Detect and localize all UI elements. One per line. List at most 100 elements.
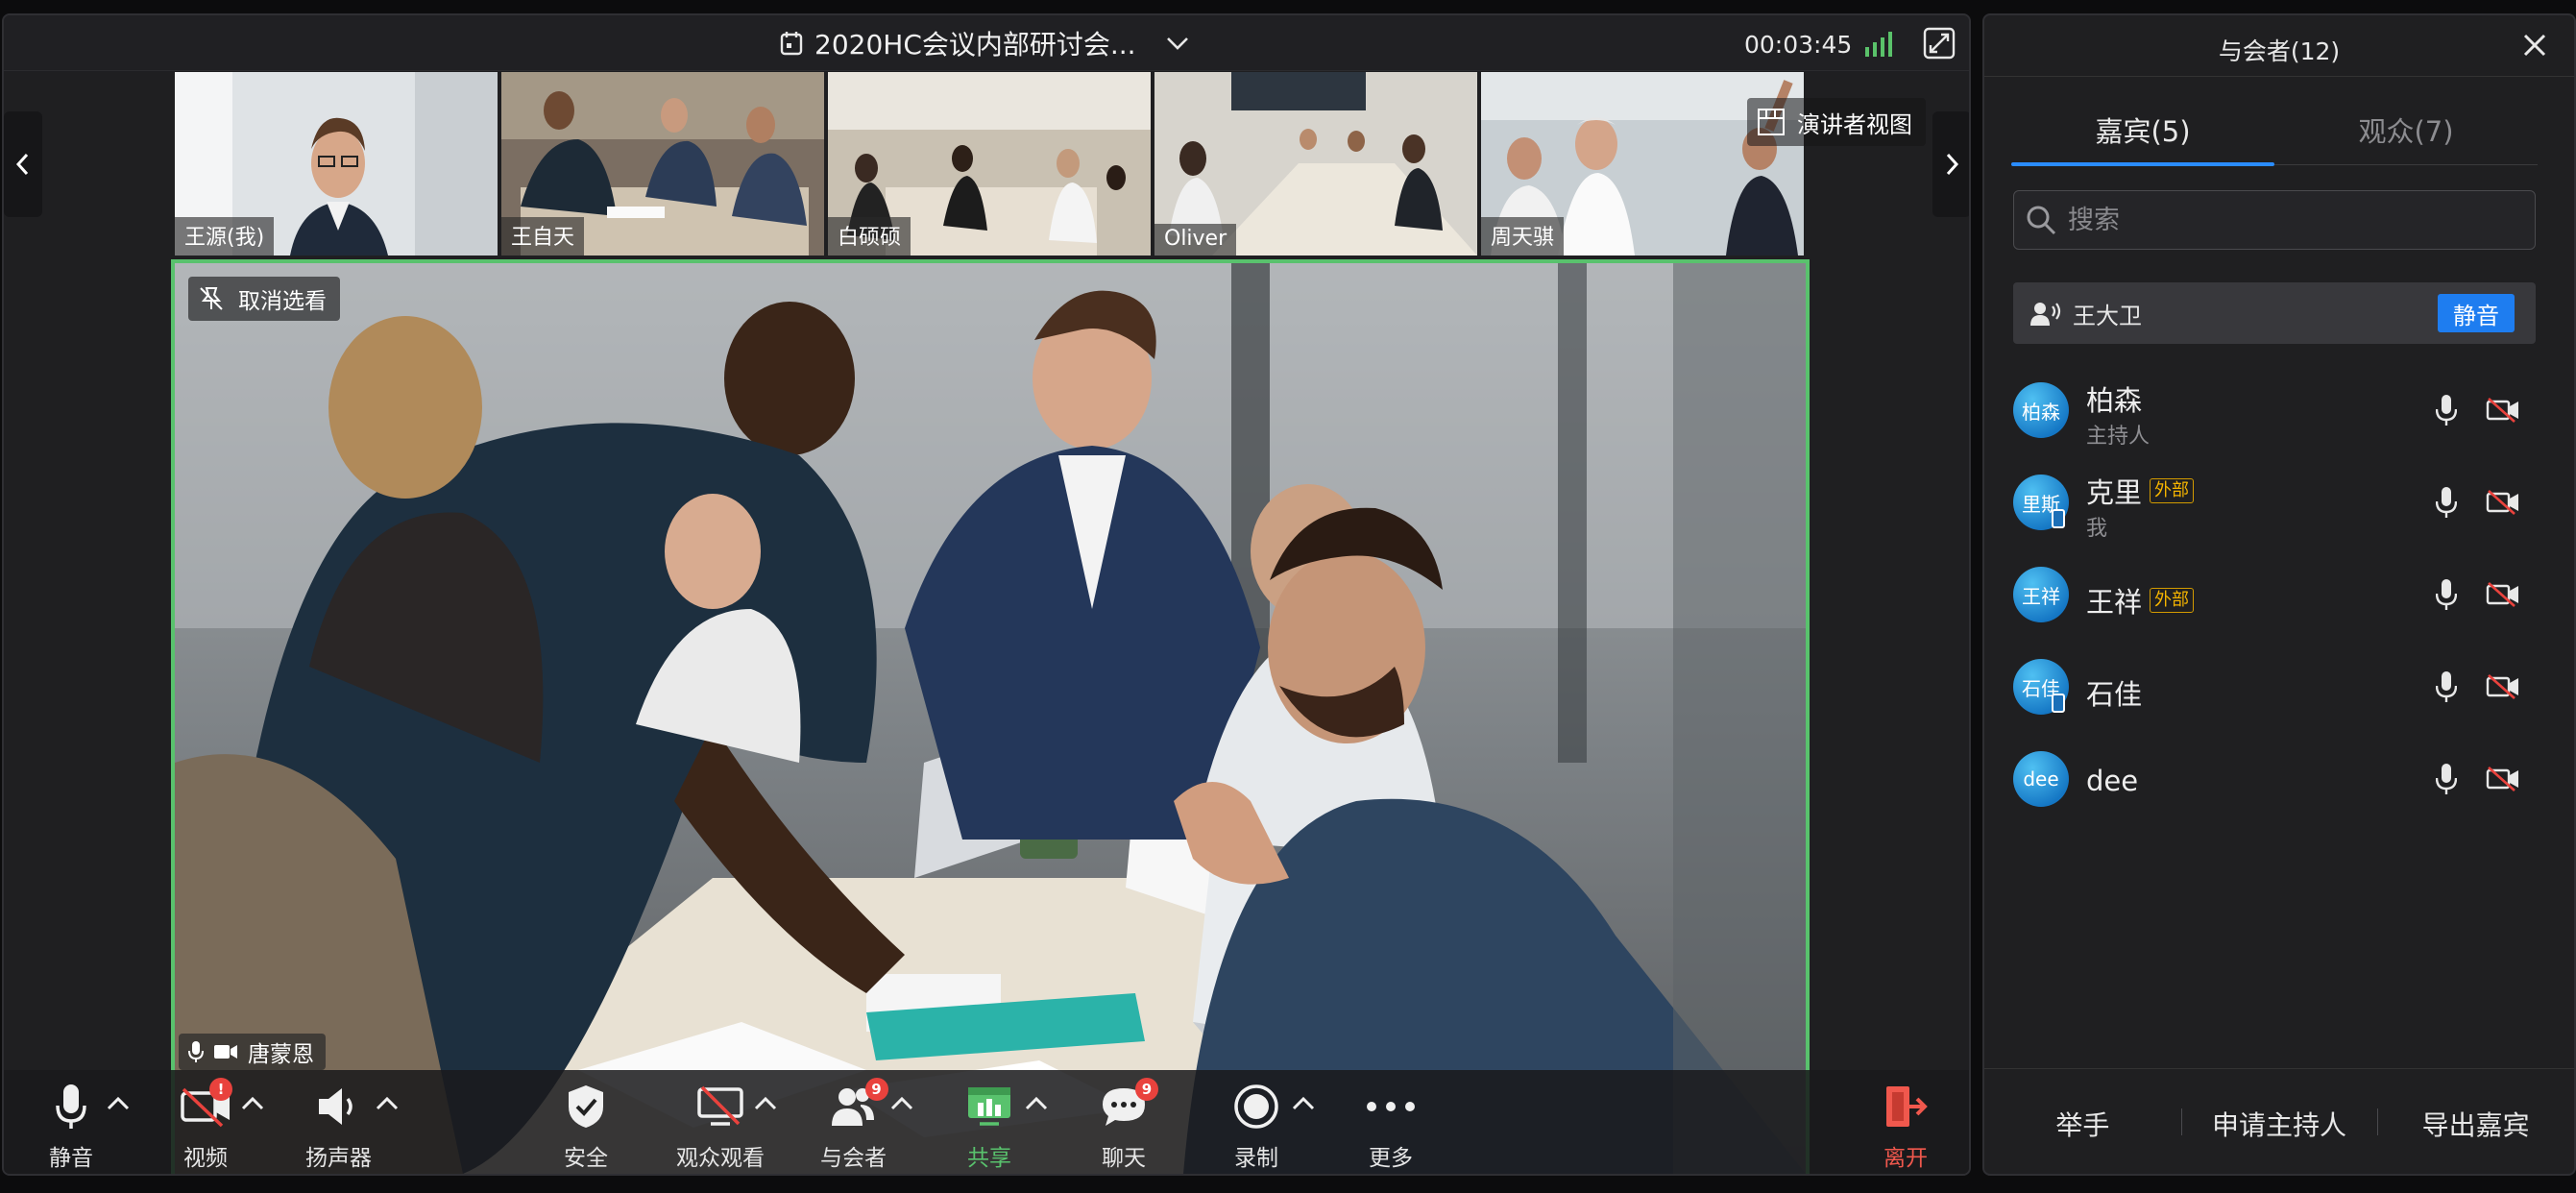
panel-footer: 举手 申请主持人 导出嘉宾	[1984, 1068, 2574, 1174]
fullscreen-icon[interactable]	[1923, 27, 1956, 60]
participant-search	[2013, 190, 2536, 250]
thumbnail-name: 王自天	[501, 217, 585, 256]
cancel-pin-label: 取消选看	[238, 289, 327, 314]
cancel-pin-button[interactable]: 取消选看	[188, 277, 340, 321]
camera-off-icon[interactable]	[2486, 582, 2520, 607]
video-thumbnail[interactable]: 王自天	[501, 72, 824, 256]
participant-row[interactable]: 王祥 王祥 外部	[2013, 553, 2536, 645]
search-icon	[2027, 206, 2056, 235]
mute-label: 静音	[49, 1146, 93, 1171]
record-icon	[1234, 1084, 1278, 1129]
speaking-participant-row[interactable]: 王大卫 静音	[2013, 282, 2536, 344]
speaker-name-tag: 唐蒙恩	[179, 1034, 326, 1070]
panel-title: 与会者(12)	[2218, 37, 2341, 65]
speaker-video-feed	[175, 263, 1806, 1174]
participant-role: 我	[2086, 517, 2108, 541]
camera-off-icon[interactable]	[2486, 398, 2520, 423]
tab-audience[interactable]: 观众(7)	[2274, 96, 2538, 164]
chevron-up-icon[interactable]	[753, 1095, 778, 1112]
video-thumbnail[interactable]: 王源(我)	[175, 72, 498, 256]
layout-grid-icon	[1758, 109, 1785, 135]
participant-name: 克里 外部	[2086, 471, 2195, 511]
avatar: 王祥	[2013, 567, 2069, 622]
participant-tabs: 嘉宾(5) 观众(7)	[2011, 96, 2538, 166]
panel-header: 与会者(12)	[1984, 15, 2574, 77]
video-warning-badge: !	[209, 1078, 232, 1101]
microphone-icon[interactable]	[2436, 394, 2457, 426]
microphone-icon[interactable]	[2436, 670, 2457, 703]
avatar: 柏森	[2013, 382, 2069, 438]
avatar: 里斯	[2013, 475, 2069, 530]
microphone-icon[interactable]	[2436, 578, 2457, 611]
shield-icon	[569, 1085, 603, 1128]
participant-name: 石佳	[2086, 672, 2142, 713]
participant-row[interactable]: 石佳 石佳	[2013, 645, 2536, 738]
microphone-icon[interactable]	[2436, 486, 2457, 519]
speaker-icon	[318, 1088, 352, 1125]
chat-badge: 9	[1135, 1078, 1158, 1101]
chevron-up-icon[interactable]	[106, 1095, 131, 1112]
camera-off-icon[interactable]	[2486, 767, 2520, 791]
participants-button[interactable]: 9 与会者	[820, 1078, 888, 1172]
video-thumbnail-strip: 王源(我) 王自天 白硕硕 Oliver 周天骐	[175, 72, 1804, 256]
chevron-up-icon[interactable]	[889, 1095, 914, 1112]
microphone-icon	[56, 1084, 86, 1129]
raise-hand-button[interactable]: 举手	[1984, 1105, 2181, 1143]
more-button[interactable]: 更多	[1362, 1080, 1420, 1172]
thumbnails-prev-button[interactable]	[4, 111, 42, 217]
tab-guests[interactable]: 嘉宾(5)	[2011, 96, 2274, 166]
record-label: 录制	[1234, 1146, 1278, 1171]
chevron-up-icon[interactable]	[375, 1095, 400, 1112]
screen-off-icon	[697, 1085, 743, 1126]
participant-row[interactable]: 柏森 柏森 主持人	[2013, 369, 2536, 461]
video-button[interactable]: ! 视频	[177, 1078, 234, 1172]
thumbnails-next-button[interactable]	[1932, 111, 1969, 217]
participant-list: 柏森 柏森 主持人 里斯 克里 外部 我 王祥 王祥 外部 石佳 石佳 dee …	[2013, 369, 2536, 830]
chevron-left-icon	[15, 153, 29, 176]
presenter-view-button[interactable]: 演讲者视图	[1747, 98, 1926, 146]
participants-panel: 与会者(12) 嘉宾(5) 观众(7) 王大卫 静音 柏森 柏森 主持人	[1982, 13, 2576, 1176]
request-host-button[interactable]: 申请主持人	[2180, 1105, 2378, 1143]
mobile-device-icon	[2052, 694, 2065, 713]
chevron-up-icon[interactable]	[240, 1095, 265, 1112]
camera-off-icon[interactable]	[2486, 674, 2520, 699]
speaker-label: 扬声器	[305, 1146, 372, 1171]
meeting-title-dropdown[interactable]: 2020HC会议内部研讨会...	[780, 27, 1190, 61]
meeting-title: 2020HC会议内部研讨会...	[814, 29, 1136, 61]
security-button[interactable]: 安全	[557, 1080, 615, 1172]
speaker-button[interactable]: 扬声器	[305, 1080, 372, 1172]
audience-view-button[interactable]: 观众观看	[676, 1080, 765, 1172]
export-guests-button[interactable]: 导出嘉宾	[2377, 1105, 2574, 1143]
avatar: 石佳	[2013, 659, 2069, 715]
mute-participant-button[interactable]: 静音	[2438, 294, 2515, 332]
chevron-up-icon[interactable]	[1291, 1095, 1316, 1112]
signal-strength-icon[interactable]	[1865, 32, 1892, 57]
search-input[interactable]	[2068, 205, 2510, 235]
participant-name-text: 王祥	[2086, 586, 2143, 619]
unpin-icon	[200, 287, 223, 310]
camera-off-icon[interactable]	[2486, 490, 2520, 515]
microphone-icon[interactable]	[2436, 763, 2457, 795]
mute-button[interactable]: 静音	[42, 1080, 100, 1172]
calendar-icon	[780, 32, 803, 56]
video-thumbnail[interactable]: Oliver	[1154, 72, 1477, 256]
title-bar: 2020HC会议内部研讨会... 00:03:45	[4, 15, 1969, 71]
camera-icon	[214, 1045, 237, 1059]
avatar-text: dee	[2023, 767, 2059, 791]
chevron-up-icon[interactable]	[1024, 1095, 1049, 1112]
share-button[interactable]: 共享	[960, 1080, 1018, 1172]
participant-name-text: 柏森	[2086, 384, 2143, 417]
video-thumbnail[interactable]: 白硕硕	[828, 72, 1151, 256]
participant-row[interactable]: 里斯 克里 外部 我	[2013, 461, 2536, 553]
chevron-right-icon	[1946, 153, 1959, 176]
chat-button[interactable]: 9 聊天	[1095, 1078, 1158, 1172]
close-icon[interactable]	[2520, 31, 2549, 60]
participant-name: 柏森	[2086, 378, 2142, 419]
record-button[interactable]: 录制	[1227, 1080, 1285, 1172]
active-speaker-video[interactable]: 取消选看 唐蒙恩	[171, 259, 1810, 1174]
leave-button[interactable]: 离开	[1877, 1080, 1934, 1172]
external-tag: 外部	[2150, 478, 2195, 503]
participant-row[interactable]: dee dee	[2013, 738, 2536, 830]
speaking-participant-name: 王大卫	[2073, 302, 2142, 329]
chevron-down-icon[interactable]	[1165, 35, 1190, 52]
